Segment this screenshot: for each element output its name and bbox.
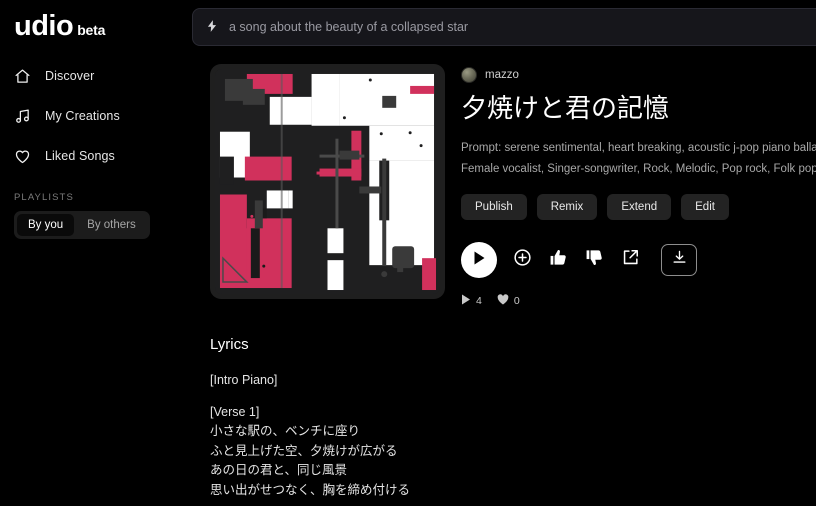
download-button[interactable] <box>661 244 697 277</box>
lyrics-line: 思い出がせつなく、胸を締め付ける <box>210 482 411 497</box>
lyrics-line: あの日の君と、同じ風景 <box>210 463 348 478</box>
share-button[interactable] <box>619 249 641 271</box>
song-actions: Publish Remix Extend Edit <box>461 194 816 221</box>
sidebar-item-label: Discover <box>45 69 95 83</box>
extend-button[interactable]: Extend <box>607 194 672 221</box>
toggle-by-you[interactable]: By you <box>17 214 75 236</box>
heart-icon <box>497 292 509 310</box>
main-content: a song about the beauty of a collapsed s… <box>190 0 816 506</box>
logo-beta-tag: beta <box>77 22 106 38</box>
author-row[interactable]: mazzo <box>461 66 816 84</box>
lyrics-section: Lyrics [Intro Piano] [Verse 1] 小さな駅の、ベンチ… <box>190 310 816 500</box>
author-name: mazzo <box>485 69 519 81</box>
play-icon <box>461 292 471 310</box>
external-link-icon <box>621 248 640 272</box>
sidebar-nav: Discover My Creations Liked Songs <box>0 58 190 174</box>
lyrics-line: [Verse 1] <box>210 404 260 419</box>
heart-icon <box>14 148 31 165</box>
album-art[interactable] <box>215 69 440 294</box>
play-count: 4 <box>461 292 482 310</box>
home-icon <box>14 68 31 85</box>
logo-wordmark: udio <box>14 10 74 42</box>
like-button[interactable] <box>547 249 569 271</box>
lyrics-line: 小さな駅の、ベンチに座り <box>210 424 361 439</box>
play-icon <box>473 251 486 270</box>
add-button[interactable] <box>511 249 533 271</box>
lyrics-heading: Lyrics <box>210 336 249 354</box>
thumbs-up-icon <box>549 248 568 272</box>
song-stats: 4 0 <box>461 292 816 310</box>
sidebar-item-my-creations[interactable]: My Creations <box>0 98 190 134</box>
avatar <box>461 67 477 83</box>
sidebar-item-label: My Creations <box>45 109 120 123</box>
album-art-frame <box>210 64 445 299</box>
edit-button[interactable]: Edit <box>681 194 729 221</box>
song-detail: mazzo 夕焼けと君の記憶 Prompt: serene sentimenta… <box>190 46 816 310</box>
playlists-filter-toggle: By you By others <box>14 211 150 239</box>
sidebar-item-liked-songs[interactable]: Liked Songs <box>0 138 190 174</box>
like-count-value: 0 <box>513 295 520 308</box>
music-note-icon <box>14 108 31 125</box>
app-root: udio beta Discover My Creations Liked So… <box>0 0 816 506</box>
dislike-button[interactable] <box>583 249 605 271</box>
thumbs-down-icon <box>585 248 604 272</box>
lyrics-line: [Intro Piano] <box>210 373 278 388</box>
lyrics-spacer <box>210 391 816 403</box>
publish-button[interactable]: Publish <box>461 194 527 221</box>
lightning-bolt-icon <box>205 19 219 35</box>
sidebar-item-label: Liked Songs <box>45 149 115 163</box>
play-button[interactable] <box>461 242 497 279</box>
search-area: a song about the beauty of a collapsed s… <box>190 0 816 46</box>
search-input-value: a song about the beauty of a collapsed s… <box>229 20 469 34</box>
sidebar-item-discover[interactable]: Discover <box>0 58 190 94</box>
playlists-heading: PLAYLISTS <box>14 192 74 203</box>
remix-button[interactable]: Remix <box>536 194 598 221</box>
download-icon <box>671 249 688 271</box>
prompt-line-1: Prompt: serene sentimental, heart breaki… <box>461 141 816 154</box>
plus-circle-icon <box>513 248 532 272</box>
lyrics-line: ふと見上げた空、夕焼けが広がる <box>210 443 398 458</box>
page-title: 夕焼けと君の記憶 <box>461 93 670 123</box>
playback-controls <box>461 242 816 279</box>
song-prompt: Prompt: serene sentimental, heart breaki… <box>461 138 816 181</box>
song-info: mazzo 夕焼けと君の記憶 Prompt: serene sentimenta… <box>461 64 816 310</box>
prompt-line-2: Female vocalist, Singer-songwriter, Rock… <box>461 163 816 176</box>
play-count-value: 4 <box>476 295 482 308</box>
brand-logo[interactable]: udio beta <box>0 0 190 44</box>
like-count: 0 <box>497 292 520 310</box>
prompt-search-input[interactable]: a song about the beauty of a collapsed s… <box>192 8 816 46</box>
sidebar: udio beta Discover My Creations Liked So… <box>0 0 190 506</box>
toggle-by-others[interactable]: By others <box>76 214 147 236</box>
